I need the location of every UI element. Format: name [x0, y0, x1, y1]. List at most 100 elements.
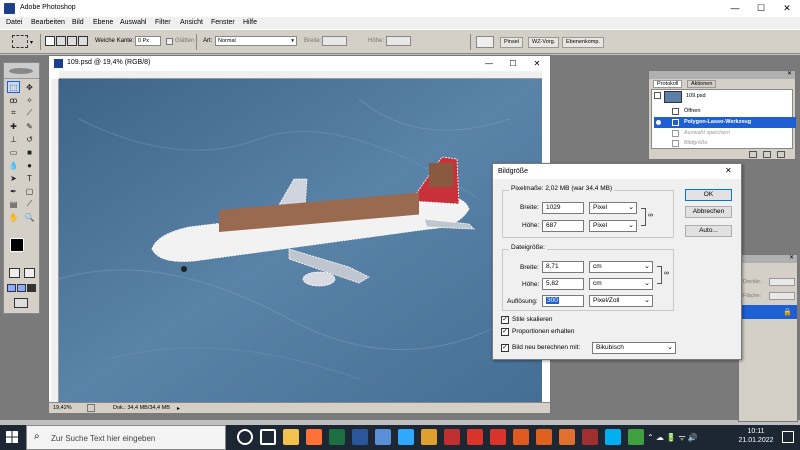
scale-styles-checkbox[interactable]: ✓ — [501, 316, 509, 324]
tab-pinsel[interactable]: Pinsel — [500, 37, 523, 48]
status-icon[interactable] — [87, 404, 95, 412]
screen-mode-full-menu-icon[interactable] — [17, 284, 26, 292]
doc-height-unit-select[interactable]: cm ⌄ — [589, 278, 653, 290]
chevron-down-icon[interactable]: ▾ — [30, 39, 33, 46]
photoshop-icon[interactable] — [398, 429, 414, 445]
brush-tool-icon[interactable]: ✎ — [23, 120, 36, 132]
tab-protokoll[interactable]: Protokoll — [653, 80, 683, 88]
snapshot-thumbnail[interactable] — [664, 91, 682, 103]
history-brush-icon[interactable]: ↺ — [23, 133, 36, 145]
chevron-right-icon[interactable]: ▸ — [177, 405, 180, 412]
new-snapshot-icon[interactable] — [763, 151, 771, 158]
height-input[interactable] — [386, 36, 411, 46]
notes-tool-icon[interactable]: ▤ — [7, 198, 20, 210]
clone-stamp-icon[interactable]: ⊥ — [7, 133, 20, 145]
ok-button[interactable]: OK — [685, 189, 732, 201]
shape-tool-icon[interactable]: ▢ — [23, 185, 36, 197]
app-icon-8[interactable] — [628, 429, 644, 445]
resample-checkbox[interactable]: ✓ — [501, 344, 509, 352]
menu-bild[interactable]: Bild — [72, 19, 84, 26]
app-icon-6[interactable] — [559, 429, 575, 445]
pixel-height-unit-select[interactable]: Pixel ⌄ — [589, 220, 637, 232]
cortana-icon[interactable] — [237, 429, 253, 445]
minimize-button[interactable]: — — [722, 0, 748, 17]
notification-icon[interactable] — [782, 431, 794, 443]
fill-input[interactable] — [769, 292, 795, 300]
word-icon[interactable] — [352, 429, 368, 445]
excel-icon[interactable] — [329, 429, 345, 445]
clock-date[interactable]: 21.01.2022 — [732, 437, 780, 444]
pixel-width-input[interactable]: 1029 — [542, 202, 584, 214]
foreground-color-swatch[interactable] — [10, 238, 24, 252]
history-item-polygon-lasso[interactable]: Polygon-Lasso-Werkzeug — [654, 117, 796, 128]
menu-ansicht[interactable]: Ansicht — [180, 19, 203, 26]
app-icon-3[interactable] — [444, 429, 460, 445]
style-select[interactable]: Normal ▾ — [215, 36, 297, 46]
file-explorer-icon[interactable] — [283, 429, 299, 445]
intersect-selection-icon[interactable] — [78, 36, 88, 46]
layer-row-selected[interactable]: 🔒 — [741, 305, 797, 319]
dodge-tool-icon[interactable]: ● — [23, 159, 36, 171]
history-item-image-size[interactable]: Bildgröße — [654, 138, 796, 149]
auto-button[interactable]: Auto... — [685, 225, 732, 237]
cancel-button[interactable]: Abbrechen — [685, 206, 732, 218]
magic-wand-tool-icon[interactable]: ✧ — [23, 94, 36, 106]
trash-icon[interactable] — [777, 151, 785, 158]
windows-start-icon[interactable] — [6, 431, 18, 443]
standard-mode-icon[interactable] — [9, 268, 20, 278]
snapshot-brush-icon[interactable] — [654, 92, 661, 99]
width-input[interactable] — [322, 36, 347, 46]
acrobat-icon[interactable] — [467, 429, 483, 445]
history-item-open[interactable]: Öffnen — [654, 106, 796, 117]
marquee-tool-preset-icon[interactable] — [12, 35, 28, 48]
eraser-tool-icon[interactable]: ▭ — [7, 146, 20, 158]
zoom-level[interactable]: 19,42% — [53, 405, 72, 411]
taskbar-search-input[interactable]: ⌕ Zur Suche Text hier eingeben — [26, 425, 226, 450]
slice-tool-icon[interactable]: ⟋ — [23, 107, 36, 119]
pixel-height-input[interactable]: 687 — [542, 220, 584, 232]
doc-width-unit-select[interactable]: cm ⌄ — [589, 261, 653, 273]
tab-ebenenkomp[interactable]: Ebenenkomp. — [562, 37, 604, 48]
close-icon[interactable]: ✕ — [787, 70, 792, 77]
quickmask-mode-icon[interactable] — [24, 268, 35, 278]
add-selection-icon[interactable] — [56, 36, 66, 46]
marquee-tool-icon[interactable]: ⬚ — [7, 81, 20, 93]
screen-mode-full-icon[interactable] — [27, 284, 36, 292]
new-selection-icon[interactable] — [45, 36, 55, 46]
skype-icon[interactable] — [605, 429, 621, 445]
move-tool-icon[interactable]: ✥ — [23, 81, 36, 93]
hand-tool-icon[interactable]: ✋ — [7, 211, 20, 223]
path-selection-icon[interactable]: ➤ — [7, 172, 20, 184]
lasso-tool-icon[interactable]: ꝏ — [7, 94, 20, 106]
app-icon-2[interactable] — [421, 429, 437, 445]
tab-aktionen[interactable]: Aktionen — [687, 80, 717, 88]
feather-input[interactable]: 0 Px — [135, 36, 161, 46]
pdf-icon[interactable] — [490, 429, 506, 445]
dialog-close-button[interactable]: ✕ — [725, 166, 732, 175]
doc-width-input[interactable]: 8,71 — [542, 261, 584, 273]
constrain-proportions-checkbox[interactable]: ✓ — [501, 328, 509, 336]
tab-wz-vorg[interactable]: WZ-Vorg. — [528, 37, 560, 48]
doc-height-input[interactable]: 5,82 — [542, 278, 584, 290]
firefox-icon[interactable] — [306, 429, 322, 445]
gradient-tool-icon[interactable]: ■ — [23, 146, 36, 158]
app-icon-1[interactable] — [375, 429, 391, 445]
antialias-checkbox[interactable] — [166, 38, 173, 45]
menu-filter[interactable]: Filter — [155, 19, 171, 26]
menu-bearbeiten[interactable]: Bearbeiten — [31, 19, 65, 26]
snapshot-name[interactable]: 109.psd — [686, 93, 706, 99]
imageready-icon[interactable] — [14, 298, 28, 308]
maximize-button[interactable]: ☐ — [748, 0, 774, 17]
close-icon[interactable]: ✕ — [789, 254, 794, 261]
palette-well-icon[interactable] — [476, 36, 494, 48]
doc-close-button[interactable]: ✕ — [525, 56, 549, 71]
new-document-icon[interactable] — [749, 151, 757, 158]
doc-maximize-button[interactable]: ☐ — [501, 56, 525, 71]
app-icon-5[interactable] — [536, 429, 552, 445]
tray-icons[interactable]: ⌃ ☁ 🔋 ᯤ 🔊 — [647, 432, 698, 443]
menu-datei[interactable]: Datei — [6, 19, 22, 26]
menu-fenster[interactable]: Fenster — [211, 19, 235, 26]
app-icon-4[interactable] — [513, 429, 529, 445]
screen-mode-standard-icon[interactable] — [7, 284, 16, 292]
resolution-unit-select[interactable]: Pixel/Zoll ⌄ — [589, 295, 653, 307]
